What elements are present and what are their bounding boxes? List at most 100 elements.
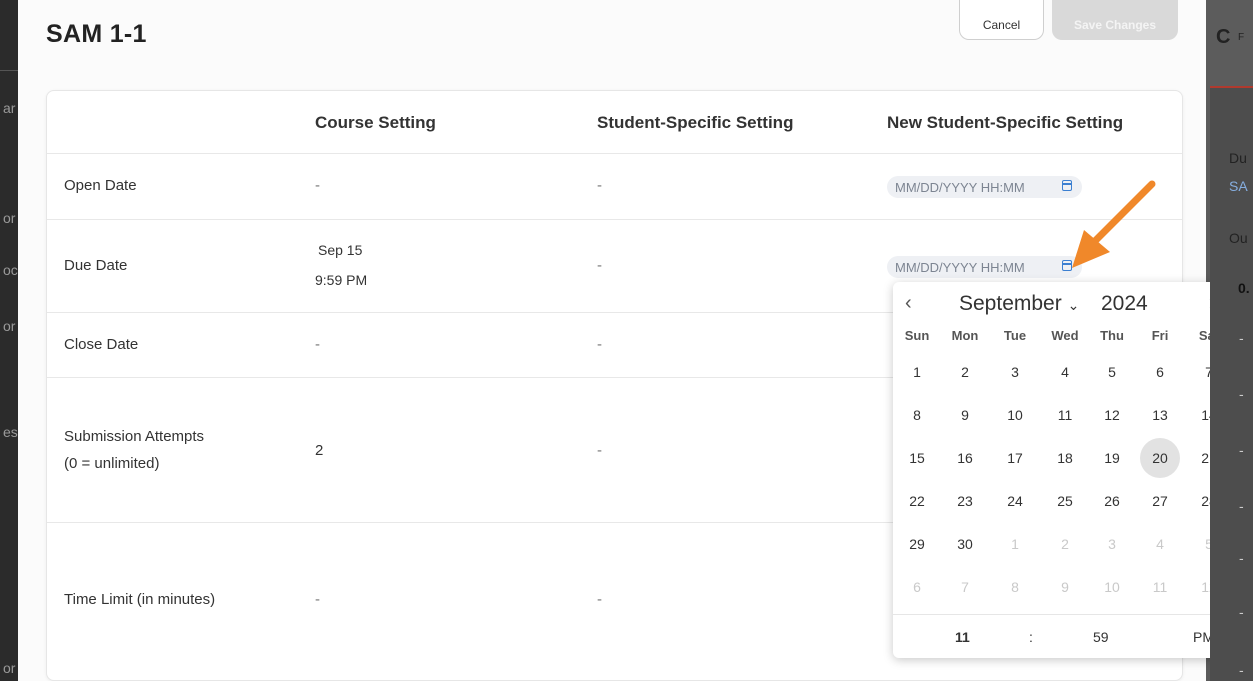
calendar-day[interactable]: 30 bbox=[945, 524, 985, 564]
row-label-line1: Submission Attempts bbox=[64, 428, 205, 445]
calendar-day[interactable]: 15 bbox=[897, 438, 937, 478]
calendar-day[interactable]: 17 bbox=[995, 438, 1035, 478]
calendar-day[interactable]: 6 bbox=[1140, 352, 1180, 392]
background-text: - bbox=[1239, 330, 1244, 346]
calendar-day[interactable]: 10 bbox=[1092, 567, 1132, 607]
row-label: Close Date bbox=[64, 336, 139, 353]
background-text: - bbox=[1239, 662, 1244, 678]
column-header-course-setting: Course Setting bbox=[315, 113, 436, 132]
date-placeholder: MM/DD/YYYY HH:MM bbox=[895, 180, 1025, 195]
calendar-day[interactable]: 12 bbox=[1092, 395, 1132, 435]
student-setting-value: - bbox=[597, 177, 602, 194]
weekday-label: Sun bbox=[904, 328, 930, 343]
calendar-day[interactable]: 27 bbox=[1140, 481, 1180, 521]
calendar-day[interactable]: 8 bbox=[897, 395, 937, 435]
calendar-day[interactable]: 11 bbox=[1140, 567, 1180, 607]
background-text: 0. bbox=[1238, 280, 1250, 296]
student-setting-value: - bbox=[597, 257, 602, 274]
row-label: Due Date bbox=[64, 257, 128, 274]
calendar-day[interactable]: 2 bbox=[1045, 524, 1085, 564]
course-setting-date: Sep 15 bbox=[318, 242, 363, 258]
background-text: Du bbox=[1229, 150, 1247, 166]
calendar-day[interactable]: 13 bbox=[1140, 395, 1180, 435]
calendar-day[interactable]: 11 bbox=[1045, 395, 1085, 435]
minute-input[interactable]: 59 bbox=[1093, 629, 1109, 645]
calendar-day[interactable]: 1 bbox=[995, 524, 1035, 564]
calendar-day[interactable]: 19 bbox=[1092, 438, 1132, 478]
calendar-day[interactable]: 18 bbox=[1045, 438, 1085, 478]
open-date-input[interactable]: MM/DD/YYYY HH:MM bbox=[887, 176, 1082, 198]
calendar-day[interactable]: 5 bbox=[1092, 352, 1132, 392]
calendar-day[interactable]: 3 bbox=[995, 352, 1035, 392]
calendar-day[interactable]: 6 bbox=[897, 567, 937, 607]
save-changes-button[interactable]: Save Changes bbox=[1052, 0, 1178, 40]
calendar-day[interactable]: 8 bbox=[995, 567, 1035, 607]
month-label: September bbox=[959, 292, 1062, 315]
calendar-day[interactable]: 3 bbox=[1092, 524, 1132, 564]
month-select[interactable]: September ⌄ bbox=[959, 292, 1079, 316]
background-text: or bbox=[3, 318, 16, 334]
weekday-label: Mon bbox=[951, 328, 979, 343]
background-text: ar bbox=[3, 100, 16, 116]
calendar-day[interactable]: 9 bbox=[1045, 567, 1085, 607]
previous-month-button[interactable]: ‹ bbox=[905, 292, 912, 315]
background-text: - bbox=[1239, 386, 1244, 402]
weekday-label: Tue bbox=[1003, 328, 1027, 343]
column-header-new-student-setting: New Student-Specific Setting bbox=[887, 113, 1124, 132]
modal-title: SAM 1-1 bbox=[46, 20, 147, 48]
background-right-panel: C F Du SA Ou 0. - - - - - - - bbox=[1210, 0, 1253, 681]
background-link: SA bbox=[1229, 178, 1248, 194]
year-input[interactable]: 2024 bbox=[1101, 292, 1148, 316]
row-label: Open Date bbox=[64, 177, 137, 194]
calendar-day[interactable]: 16 bbox=[945, 438, 985, 478]
background-left-panel: ar or oc or es or bbox=[0, 0, 18, 681]
calendar-day[interactable]: 9 bbox=[945, 395, 985, 435]
time-separator: : bbox=[1029, 629, 1033, 645]
calendar-day[interactable]: 10 bbox=[995, 395, 1035, 435]
background-text: - bbox=[1239, 498, 1244, 514]
orange-arrow-annotation bbox=[1072, 180, 1156, 268]
calendar-day[interactable]: 26 bbox=[1092, 481, 1132, 521]
background-text: F bbox=[1238, 32, 1245, 43]
student-setting-value: - bbox=[597, 442, 602, 459]
calendar-day[interactable]: 22 bbox=[897, 481, 937, 521]
date-picker-calendar: ‹ September ⌄ 2024 › SunMonTueWedThuFriS… bbox=[893, 282, 1235, 658]
hour-input[interactable]: 11 bbox=[955, 629, 970, 645]
course-setting-value: 2 bbox=[315, 442, 324, 459]
calendar-day[interactable]: 4 bbox=[1140, 524, 1180, 564]
row-label-line2: (0 = unlimited) bbox=[64, 455, 160, 472]
course-setting-value: - bbox=[315, 177, 320, 194]
date-placeholder: MM/DD/YYYY HH:MM bbox=[895, 260, 1025, 275]
background-text: - bbox=[1239, 604, 1244, 620]
calendar-day[interactable]: 1 bbox=[897, 352, 937, 392]
row-label: Time Limit (in minutes) bbox=[64, 591, 216, 608]
calendar-day[interactable]: 24 bbox=[995, 481, 1035, 521]
background-text: oc bbox=[3, 262, 18, 278]
calendar-day[interactable]: 23 bbox=[945, 481, 985, 521]
due-date-input[interactable]: MM/DD/YYYY HH:MM bbox=[887, 256, 1082, 278]
calendar-day[interactable]: 7 bbox=[945, 567, 985, 607]
calendar-day[interactable]: 20 bbox=[1140, 438, 1180, 478]
weekday-label: Wed bbox=[1051, 328, 1079, 343]
table-row-open-date: Open Date - - MM/DD/YYYY HH:MM bbox=[47, 154, 1182, 220]
course-setting-value: - bbox=[315, 336, 320, 353]
cancel-button[interactable]: Cancel bbox=[959, 0, 1044, 40]
course-setting-value: - bbox=[315, 591, 320, 608]
calendar-day[interactable]: 2 bbox=[945, 352, 985, 392]
divider bbox=[0, 70, 18, 71]
background-text: es bbox=[3, 424, 18, 440]
weekday-label: Fri bbox=[1151, 328, 1169, 343]
calendar-day[interactable]: 29 bbox=[897, 524, 937, 564]
calendar-day[interactable]: 25 bbox=[1045, 481, 1085, 521]
time-selector: 11 : 59 PM bbox=[893, 614, 1235, 658]
weekday-label: Thu bbox=[1100, 328, 1124, 343]
background-toolbar: C F bbox=[1210, 0, 1253, 88]
student-setting-value: - bbox=[597, 336, 602, 353]
background-text: - bbox=[1239, 550, 1244, 566]
refresh-icon[interactable]: C bbox=[1216, 26, 1230, 49]
student-setting-value: - bbox=[597, 591, 602, 608]
background-text: or bbox=[3, 660, 16, 676]
calendar-day[interactable]: 4 bbox=[1045, 352, 1085, 392]
background-text: Ou bbox=[1229, 230, 1248, 246]
chevron-down-icon: ⌄ bbox=[1067, 297, 1080, 313]
